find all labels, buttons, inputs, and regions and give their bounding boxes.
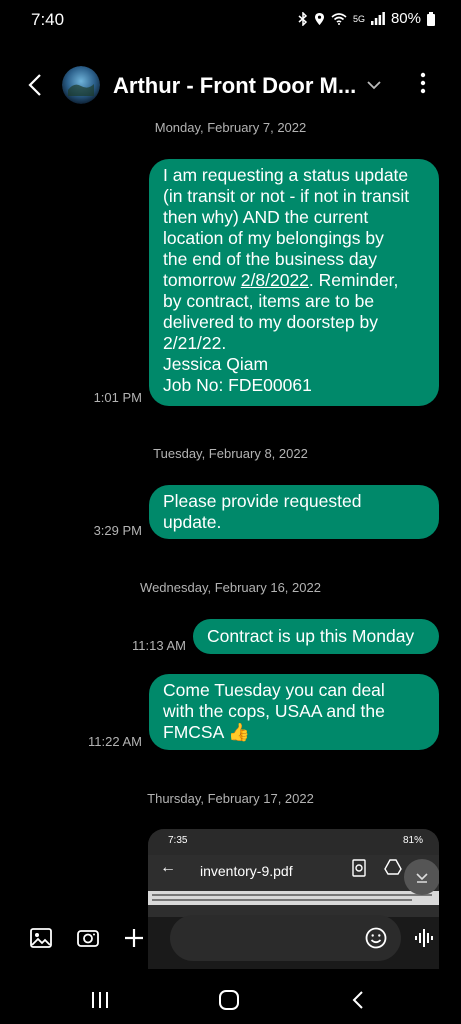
date-separator: Wednesday, February 16, 2022 [140,580,321,595]
back-nav-icon [352,991,363,1009]
home-button[interactable] [216,987,242,1013]
plus-icon[interactable] [122,926,146,950]
message-line: Jessica Qiam [163,354,269,374]
battery-icon [427,11,435,26]
voice-waveform-icon[interactable] [413,926,437,950]
attachment-back-arrow-icon: ← [160,859,176,876]
sent-message-bubble[interactable]: I am requesting a status update (in tran… [149,159,439,406]
contact-name[interactable]: Arthur - Front Door M... [113,73,358,99]
document-search-icon [352,859,366,877]
gallery-icon[interactable] [29,926,53,950]
message-line: Please provide requested [163,491,362,511]
message-line: with the cops, USAA and the [163,701,385,721]
emoji-icon[interactable] [365,927,387,949]
message-line: the end of the business day [163,249,378,269]
message-line: FMCSA 👍 [163,722,250,742]
back-arrow-icon [28,74,41,96]
message-line: update. [163,512,222,532]
message-timestamp: 1:01 PM [93,390,142,405]
date-separator: Thursday, February 17, 2022 [147,791,314,806]
message-line: 2/21/22. [163,333,227,353]
message-line: location of my belongings by [163,228,384,248]
date-separator: Tuesday, February 8, 2022 [153,446,308,461]
date-separator: Monday, February 7, 2022 [154,120,307,135]
attachment-time: 7:35 [168,835,188,846]
message-line: Come Tuesday you can deal [163,680,385,700]
message-line: I am requesting a status update [163,165,409,185]
message-line-with-date-link[interactable]: tomorrow 2/8/2022. Reminder, [163,270,425,291]
message-line: delivered to my doorstep by [163,312,378,332]
back-nav-button[interactable] [345,987,371,1013]
chevron-down-icon[interactable] [365,77,383,93]
location-icon [314,12,324,25]
compose-field-container [170,915,401,961]
message-line: Contract is up this Monday [207,626,415,646]
wifi-icon [331,13,347,25]
message-line: Job No: FDE00061 [163,375,312,395]
network-type: 5G [352,13,365,24]
message-line: (in transit or not - if not in transit [163,186,410,206]
sent-message-bubble[interactable]: Come Tuesday you can deal with the cops,… [149,674,439,750]
drive-icon [384,859,402,875]
status-time: 7:40 [31,10,65,29]
bluetooth-icon [298,11,308,26]
avatar-image-icon [62,66,100,104]
conversation-header: Arthur - Front Door M... [0,60,461,110]
chevron-down-icon [416,873,428,883]
home-icon [219,990,239,1010]
system-navigation-bar [0,975,461,1024]
message-line: then why) AND the current [163,207,369,227]
attachment-status-bar [148,829,439,855]
sent-message-bubble[interactable]: Contract is up this Monday [193,619,439,654]
camera-icon[interactable] [76,926,100,950]
contact-avatar[interactable] [62,66,100,104]
message-timestamp: 3:29 PM [93,523,142,538]
message-line: by contract, items are to be [163,291,375,311]
more-options-icon[interactable] [413,72,433,98]
message-timestamp: 11:22 AM [88,734,142,749]
signal-icon [370,12,385,25]
back-button[interactable] [22,72,48,98]
status-bar: 7:40 5G 80% [0,0,461,40]
message-timestamp: 11:13 AM [132,638,186,653]
attachment-filename: inventory-9.pdf [200,863,293,879]
message-input[interactable] [186,927,356,945]
date-link[interactable]: 2/8/2022 [241,270,309,290]
message-input-bar [0,912,461,964]
download-button[interactable] [404,859,439,895]
battery-percent: 80% [390,10,421,27]
sent-message-bubble[interactable]: Please provide requested update. [149,485,439,539]
status-icons: 5G 80% [298,10,435,27]
attachment-document-preview [148,891,439,905]
attachment-battery: 81% [402,835,423,846]
recent-apps-icon [92,992,108,1008]
recent-apps-button[interactable] [87,987,113,1013]
